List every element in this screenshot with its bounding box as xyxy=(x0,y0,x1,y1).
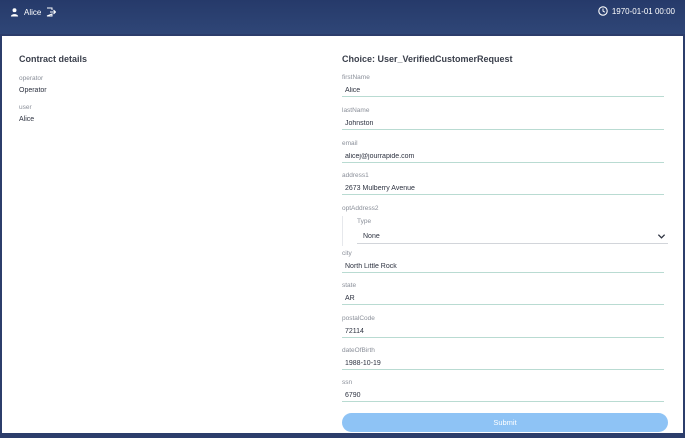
type-select[interactable]: None xyxy=(357,231,668,244)
lastname-input[interactable] xyxy=(342,117,664,130)
state-input[interactable] xyxy=(342,292,664,305)
user-icon xyxy=(10,8,19,17)
field-label: postalCode xyxy=(342,315,375,322)
field-label: firstName xyxy=(342,74,370,81)
city-input[interactable] xyxy=(342,260,664,273)
field-label: optAddress2 xyxy=(342,205,379,212)
ssn-input[interactable] xyxy=(342,389,664,402)
ledger-time[interactable]: 1970-01-01 00:00 xyxy=(598,5,675,17)
clock-icon xyxy=(598,6,608,16)
user-menu: Alice xyxy=(10,6,57,18)
type-select-value: None xyxy=(363,233,380,240)
firstname-input[interactable] xyxy=(342,84,664,97)
main-panel: Contract details operator Operator user … xyxy=(2,36,683,433)
chevron-down-icon[interactable] xyxy=(657,233,666,240)
choice-title: Choice: User_VerifiedCustomerRequest xyxy=(342,54,513,64)
detail-value-operator: Operator xyxy=(19,87,47,94)
detail-label-operator: operator xyxy=(19,75,44,82)
field-label: dateOfBirth xyxy=(342,347,375,354)
field-label: ssn xyxy=(342,379,353,386)
field-label: address1 xyxy=(342,172,369,179)
address1-input[interactable] xyxy=(342,182,664,195)
optaddress2-nested: Type None xyxy=(342,216,669,246)
field-label: city xyxy=(342,250,352,257)
email-input[interactable] xyxy=(342,150,664,163)
time-text: 1970-01-01 00:00 xyxy=(611,6,675,16)
postalcode-input[interactable] xyxy=(342,325,664,338)
dateofbirth-input[interactable] xyxy=(342,357,664,370)
field-label: email xyxy=(342,140,358,147)
user-name: Alice xyxy=(24,7,42,17)
contract-details-title: Contract details xyxy=(19,54,88,64)
submit-button[interactable]: Submit xyxy=(342,413,668,432)
detail-label-user: user xyxy=(19,104,32,111)
field-label: lastName xyxy=(342,107,370,114)
bottom-strip xyxy=(0,433,685,438)
top-bar: Alice 1970-01-01 00:00 xyxy=(0,0,685,34)
logout-icon[interactable] xyxy=(46,7,57,17)
detail-value-user: Alice xyxy=(19,116,35,123)
type-label: Type xyxy=(357,218,372,225)
field-label: state xyxy=(342,282,357,289)
